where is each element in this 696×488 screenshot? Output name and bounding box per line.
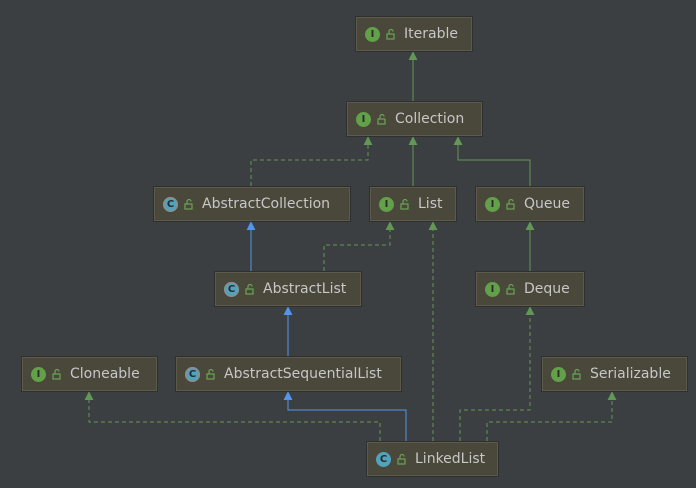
interface-icon: I — [551, 366, 566, 382]
edge-abstractlist-implements-list — [323, 221, 395, 271]
abstract-class-icon: C — [163, 196, 178, 212]
node-label: Collection — [395, 111, 465, 127]
edge-linkedlist-implements-serializable — [486, 391, 617, 441]
node-label: Cloneable — [70, 366, 140, 382]
node-queue[interactable]: I Queue — [476, 187, 584, 221]
node-serializable[interactable]: I Serializable — [542, 357, 687, 391]
unlocked-icon — [206, 368, 215, 380]
node-abstract-collection[interactable]: C AbstractCollection — [154, 187, 350, 221]
unlocked-icon — [386, 28, 395, 40]
node-label: Queue — [524, 196, 570, 212]
edges-layer — [84, 51, 617, 441]
abstract-class-icon: C — [185, 366, 200, 382]
unlocked-icon — [245, 283, 254, 295]
unlocked-icon — [572, 368, 581, 380]
node-abstract-list[interactable]: C AbstractList — [215, 272, 361, 306]
unlocked-icon — [506, 283, 515, 295]
interface-icon: I — [31, 366, 46, 382]
edge-linkedlist-extends-abstractsequentiallist — [283, 391, 407, 441]
node-label: AbstractSequentialList — [224, 366, 382, 382]
interface-icon: I — [485, 281, 500, 297]
interface-icon: I — [379, 196, 394, 212]
node-cloneable[interactable]: I Cloneable — [22, 357, 157, 391]
unlocked-icon — [377, 113, 386, 125]
edge-linkedlist-implements-deque — [459, 306, 535, 441]
abstract-class-icon: C — [224, 281, 239, 297]
node-collection[interactable]: I Collection — [347, 102, 482, 136]
class-icon: C — [376, 451, 391, 467]
edge-abstractcollection-implements-collection — [250, 136, 373, 186]
node-label: AbstractCollection — [202, 196, 331, 212]
node-iterable[interactable]: I Iterable — [356, 17, 472, 51]
node-label: List — [418, 196, 443, 212]
unlocked-icon — [184, 198, 193, 210]
unlocked-icon — [400, 198, 409, 210]
node-abstract-sequential-list[interactable]: C AbstractSequentialList — [176, 357, 401, 391]
node-linked-list[interactable]: C LinkedList — [367, 442, 498, 476]
node-label: AbstractList — [263, 281, 347, 297]
node-label: Serializable — [590, 366, 671, 382]
node-label: Deque — [524, 281, 570, 297]
edge-linkedlist-implements-cloneable — [84, 391, 381, 441]
interface-icon: I — [365, 26, 380, 42]
unlocked-icon — [506, 198, 515, 210]
interface-icon: I — [485, 196, 500, 212]
edge-queue-extends-collection — [453, 136, 531, 186]
node-label: LinkedList — [415, 451, 486, 467]
node-label: Iterable — [404, 26, 458, 42]
node-deque[interactable]: I Deque — [476, 272, 584, 306]
unlocked-icon — [52, 368, 61, 380]
unlocked-icon — [397, 453, 406, 465]
node-list[interactable]: I List — [370, 187, 456, 221]
interface-icon: I — [356, 111, 371, 127]
class-hierarchy-diagram: I Iterable I Collection C AbstractCollec… — [0, 0, 696, 488]
